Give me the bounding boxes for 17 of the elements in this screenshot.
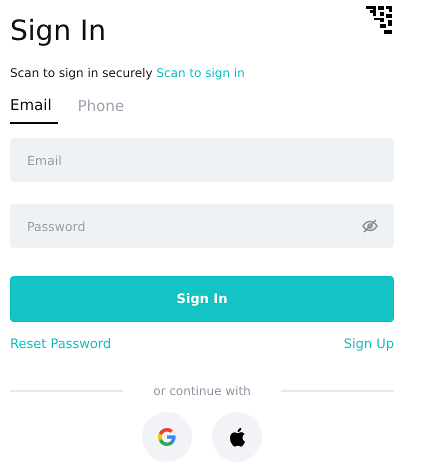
scan-instructions: Scan to sign in securely Scan to sign in [10, 66, 246, 80]
reset-password-link[interactable]: Reset Password [10, 337, 112, 352]
google-logo-icon [157, 427, 177, 447]
page-title: Sign In [10, 14, 106, 48]
divider-label: or continue with [152, 384, 252, 398]
apple-logo-icon [228, 427, 246, 447]
sign-up-link[interactable]: Sign Up [344, 337, 394, 352]
google-button[interactable] [142, 412, 192, 462]
apple-button[interactable] [212, 412, 262, 462]
scan-link[interactable]: Scan to sign in [156, 66, 245, 80]
qr-code-icon[interactable] [366, 6, 392, 34]
tab[interactable]: Email [10, 96, 58, 124]
hidden-eye-icon[interactable] [362, 219, 378, 233]
input-field[interactable]: Email [10, 138, 394, 182]
sign-in-button[interactable]: Sign In [10, 276, 394, 322]
input-field[interactable]: Password [10, 204, 394, 248]
tab[interactable]: Phone [78, 96, 130, 124]
